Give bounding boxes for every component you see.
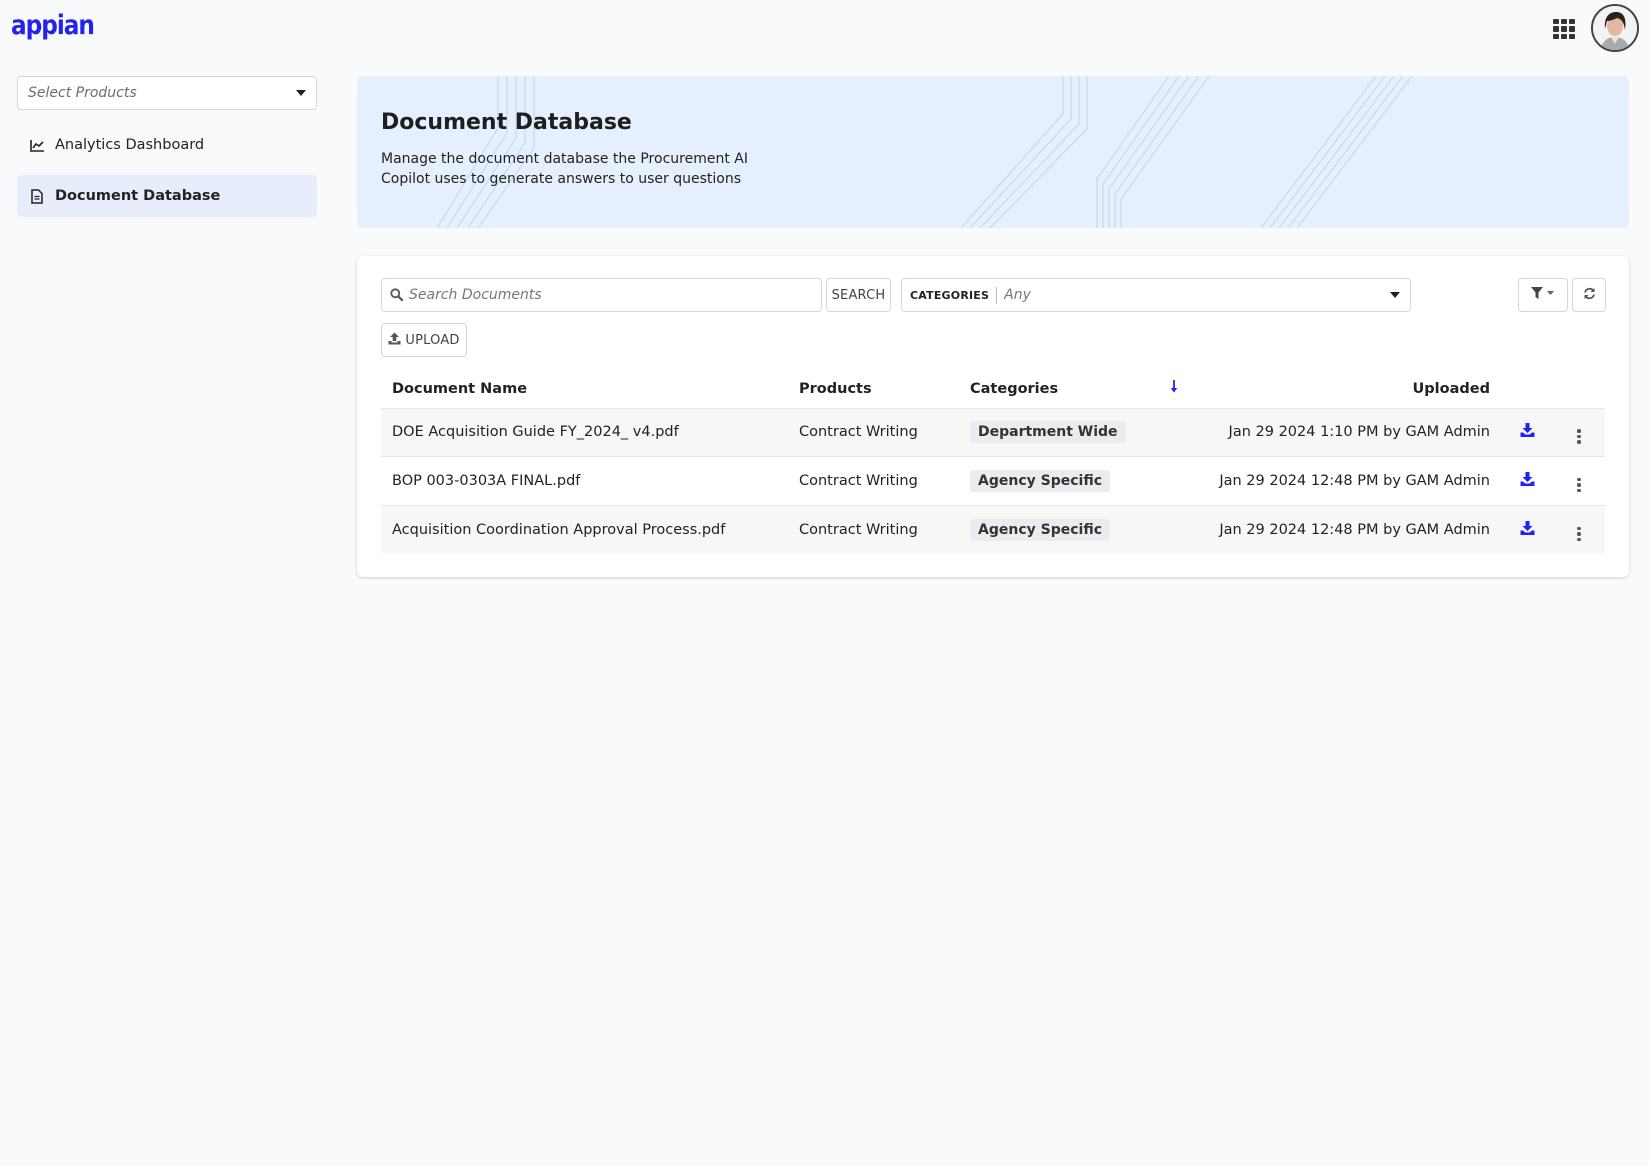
chart-line-icon — [29, 137, 45, 153]
document-name-cell[interactable]: DOE Acquisition Guide FY_2024_ v4.pdf — [381, 407, 788, 457]
sidebar-item-label: Analytics Dashboard — [55, 137, 205, 153]
category-tag: Department Wide — [970, 421, 1126, 444]
more-options-icon[interactable] — [1577, 429, 1581, 444]
page-header-banner: Document Database Manage the document da… — [357, 76, 1629, 228]
table-row[interactable]: DOE Acquisition Guide FY_2024_ v4.pdf Co… — [381, 407, 1605, 457]
caret-down-icon — [296, 90, 306, 96]
page-title: Document Database — [381, 110, 632, 135]
column-header-categories[interactable]: Categories — [959, 370, 1159, 408]
actions-cell — [1553, 504, 1605, 554]
download-icon[interactable] — [1520, 423, 1535, 438]
table-header-row: Document Name Products Categories Upload… — [381, 370, 1605, 408]
actions-cell — [1553, 407, 1605, 457]
document-icon — [29, 188, 45, 204]
actions-cell — [1553, 456, 1605, 505]
download-icon[interactable] — [1520, 471, 1535, 486]
download-cell — [1501, 504, 1553, 554]
more-options-icon[interactable] — [1577, 477, 1581, 493]
caret-down-icon — [1390, 292, 1400, 298]
categories-cell: Agency Specific — [959, 504, 1159, 554]
select-products-placeholder: Select Products — [28, 85, 137, 101]
avatar-image — [1593, 6, 1637, 50]
sort-arrow-down-icon[interactable] — [1170, 380, 1178, 397]
column-header-uploaded[interactable]: Uploaded — [1201, 370, 1501, 408]
document-name-cell[interactable]: BOP 003-0303A FINAL.pdf — [381, 456, 788, 505]
table-row[interactable]: BOP 003-0303A FINAL.pdf Contract Writing… — [381, 456, 1605, 505]
categories-cell: Department Wide — [959, 407, 1159, 457]
uploaded-cell: Jan 29 2024 12:48 PM by GAM Admin — [1201, 504, 1501, 554]
categories-cell: Agency Specific — [959, 456, 1159, 505]
products-cell: Contract Writing — [788, 407, 959, 457]
uploaded-cell: Jan 29 2024 1:10 PM by GAM Admin — [1201, 407, 1501, 457]
page-description: Manage the document database the Procure… — [381, 151, 748, 187]
filter-icon — [1531, 287, 1555, 303]
products-cell: Contract Writing — [788, 456, 959, 505]
table-row[interactable]: Acquisition Coordination Approval Proces… — [381, 504, 1605, 554]
refresh-button[interactable] — [1572, 278, 1606, 312]
user-avatar[interactable] — [1591, 4, 1639, 52]
category-tag: Agency Specific — [970, 518, 1110, 541]
sort-spacer-cell — [1159, 407, 1201, 457]
upload-label: UPLOAD — [405, 332, 460, 348]
refresh-icon — [1583, 287, 1596, 304]
search-documents-input[interactable] — [409, 287, 813, 303]
categories-dropdown[interactable]: CATEGORIES Any — [901, 278, 1411, 312]
download-cell — [1501, 407, 1553, 457]
sort-spacer-cell — [1159, 504, 1201, 554]
appian-logo[interactable]: appian — [11, 10, 95, 41]
document-list-card: SEARCH CATEGORIES Any — [357, 256, 1629, 577]
sort-spacer-cell — [1159, 456, 1201, 505]
sort-column[interactable] — [1159, 370, 1201, 408]
divider — [996, 286, 998, 304]
categories-label: CATEGORIES — [910, 288, 990, 302]
category-tag: Agency Specific — [970, 469, 1110, 492]
download-cell — [1501, 456, 1553, 505]
search-button[interactable]: SEARCH — [826, 278, 891, 312]
more-options-icon[interactable] — [1577, 526, 1581, 541]
document-name-cell[interactable]: Acquisition Coordination Approval Proces… — [381, 504, 788, 554]
sidebar-item-document-database[interactable]: Document Database — [17, 175, 317, 217]
products-cell: Contract Writing — [788, 504, 959, 554]
uploaded-cell: Jan 29 2024 12:48 PM by GAM Admin — [1201, 456, 1501, 505]
download-icon[interactable] — [1520, 520, 1535, 535]
grid-icon[interactable] — [1553, 19, 1575, 39]
upload-button[interactable]: UPLOAD — [381, 323, 467, 357]
select-products-dropdown[interactable]: Select Products — [17, 76, 317, 110]
column-header-actions — [1553, 370, 1605, 408]
categories-value: Any — [1004, 287, 1031, 303]
search-icon — [390, 286, 404, 305]
documents-table: Document Name Products Categories Upload… — [381, 370, 1605, 554]
column-header-download — [1501, 370, 1553, 408]
search-documents-field[interactable] — [381, 278, 822, 312]
sidebar-item-analytics-dashboard[interactable]: Analytics Dashboard — [17, 124, 317, 166]
sidebar-item-label: Document Database — [55, 188, 221, 204]
upload-icon — [388, 332, 401, 349]
column-header-document-name[interactable]: Document Name — [381, 370, 788, 408]
column-header-products[interactable]: Products — [788, 370, 959, 408]
filter-button[interactable] — [1518, 278, 1568, 312]
